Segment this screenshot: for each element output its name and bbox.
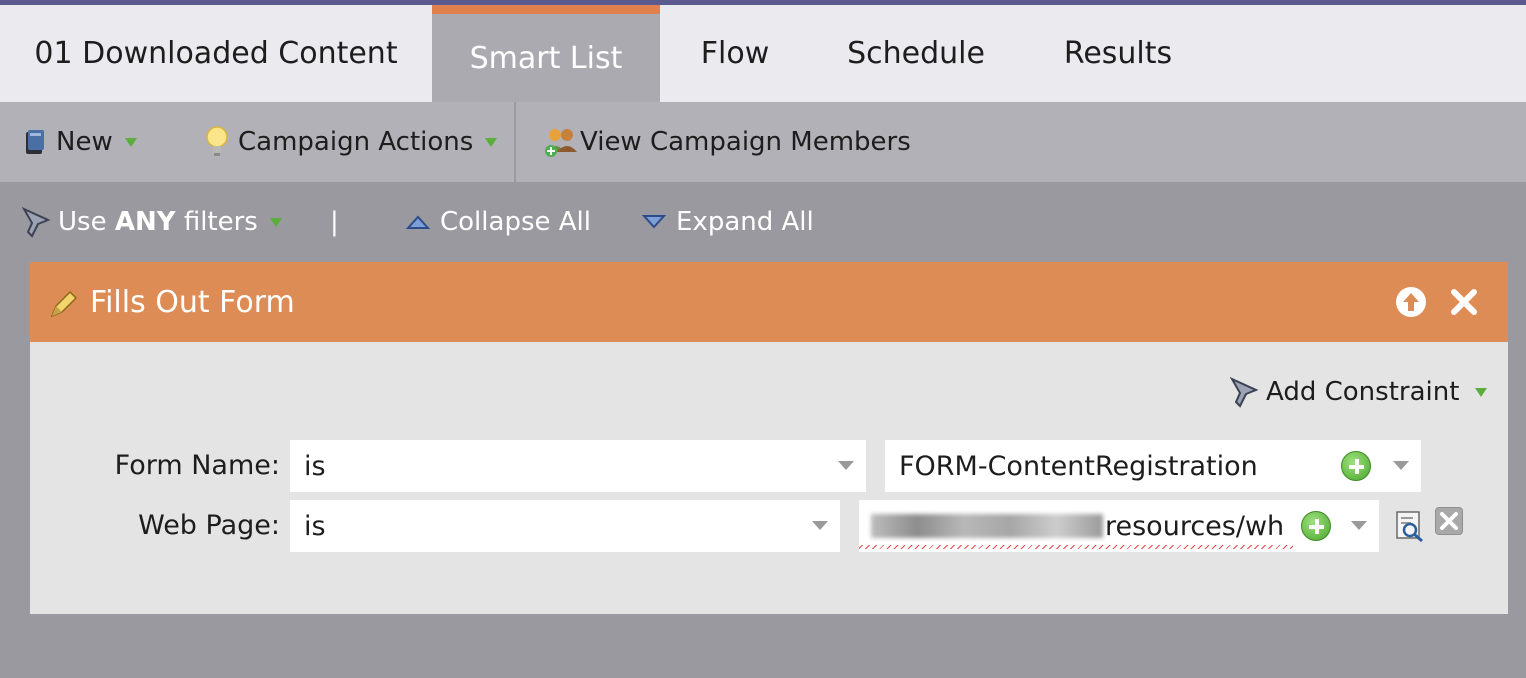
expand-all-label: Expand All	[676, 207, 814, 237]
toolbar-divider	[514, 102, 516, 182]
add-constraint-label: Add Constraint	[1266, 377, 1460, 407]
filterbar-separator: |	[330, 182, 339, 262]
add-icon[interactable]	[1341, 451, 1371, 481]
tab-label: 01 Downloaded Content	[34, 36, 398, 71]
filter-title: Fills Out Form	[90, 284, 295, 320]
use-label: Use	[58, 207, 115, 237]
members-icon	[542, 126, 580, 158]
tab-label: Results	[1063, 36, 1173, 71]
new-label: New	[56, 127, 113, 157]
collapse-icon	[406, 214, 430, 230]
filter-logic-menu-button[interactable]: Use ANY filters	[22, 182, 282, 262]
filter-card-header: Fills Out Form	[30, 262, 1508, 342]
expand-icon	[642, 214, 666, 230]
chevron-down-icon	[269, 217, 282, 227]
tab-bar: 01 Downloaded Content Smart List Flow Sc…	[0, 5, 1526, 102]
spellcheck-underline	[859, 545, 1293, 549]
form-name-value: FORM-ContentRegistration	[899, 450, 1258, 482]
tab-schedule[interactable]: Schedule	[810, 5, 1022, 102]
tab-label: Flow	[700, 36, 770, 71]
campaign-actions-menu-button[interactable]: Campaign Actions	[204, 102, 498, 182]
filters-label: filters	[175, 207, 258, 237]
tab-label: Smart List	[469, 40, 623, 76]
web-page-label: Web Page:	[138, 510, 280, 541]
funnel-icon	[1230, 376, 1260, 408]
expand-all-button[interactable]: Expand All	[642, 182, 814, 262]
book-icon	[24, 128, 46, 156]
redacted-url	[871, 514, 1103, 538]
collapse-all-button[interactable]: Collapse All	[406, 182, 591, 262]
view-members-label: View Campaign Members	[580, 127, 911, 157]
form-name-label: Form Name:	[114, 450, 280, 481]
filter-card: Fills Out Form Add Constraint Form Name:…	[30, 262, 1508, 614]
tab-results[interactable]: Results	[1022, 5, 1214, 102]
form-name-operator-select[interactable]: is	[290, 440, 866, 492]
funnel-icon	[22, 206, 52, 238]
toolbar: New Campaign Actions View Campaign Membe…	[0, 102, 1526, 182]
new-menu-button[interactable]: New	[24, 102, 137, 182]
campaign-actions-label: Campaign Actions	[238, 127, 474, 157]
chevron-down-icon	[838, 461, 854, 470]
web-page-value: resources/whi	[1105, 510, 1285, 542]
chevron-down-icon	[485, 137, 498, 147]
chevron-down-icon	[1351, 521, 1367, 530]
filter-controls-bar: Use ANY filters | Collapse All Expand Al…	[0, 182, 1526, 262]
form-name-value-select[interactable]: FORM-ContentRegistration	[885, 440, 1421, 492]
form-pencil-icon	[48, 288, 80, 320]
any-label: ANY	[114, 207, 176, 237]
add-constraint-button[interactable]: Add Constraint	[1230, 372, 1488, 412]
tab-program-name[interactable]: 01 Downloaded Content	[0, 5, 432, 102]
lightbulb-icon	[204, 126, 230, 158]
add-icon[interactable]	[1301, 511, 1331, 541]
operator-value: is	[304, 450, 326, 482]
tab-smart-list[interactable]: Smart List	[432, 5, 660, 102]
web-page-operator-select[interactable]: is	[290, 500, 840, 552]
operator-value: is	[304, 510, 326, 542]
web-page-value-input[interactable]: resources/whi	[859, 500, 1379, 552]
collapse-all-label: Collapse All	[440, 207, 591, 237]
close-icon[interactable]	[1448, 262, 1480, 342]
separator-text: |	[330, 207, 339, 237]
view-campaign-members-button[interactable]: View Campaign Members	[542, 102, 911, 182]
chevron-down-icon	[124, 137, 137, 147]
chevron-down-icon	[1393, 461, 1409, 470]
chevron-down-icon	[1475, 387, 1488, 397]
chevron-down-icon	[812, 521, 828, 530]
remove-icon[interactable]	[1434, 506, 1464, 536]
move-up-icon[interactable]	[1394, 262, 1428, 342]
tab-flow[interactable]: Flow	[660, 5, 810, 102]
tab-label: Schedule	[847, 36, 985, 71]
lookup-icon[interactable]	[1395, 510, 1425, 542]
